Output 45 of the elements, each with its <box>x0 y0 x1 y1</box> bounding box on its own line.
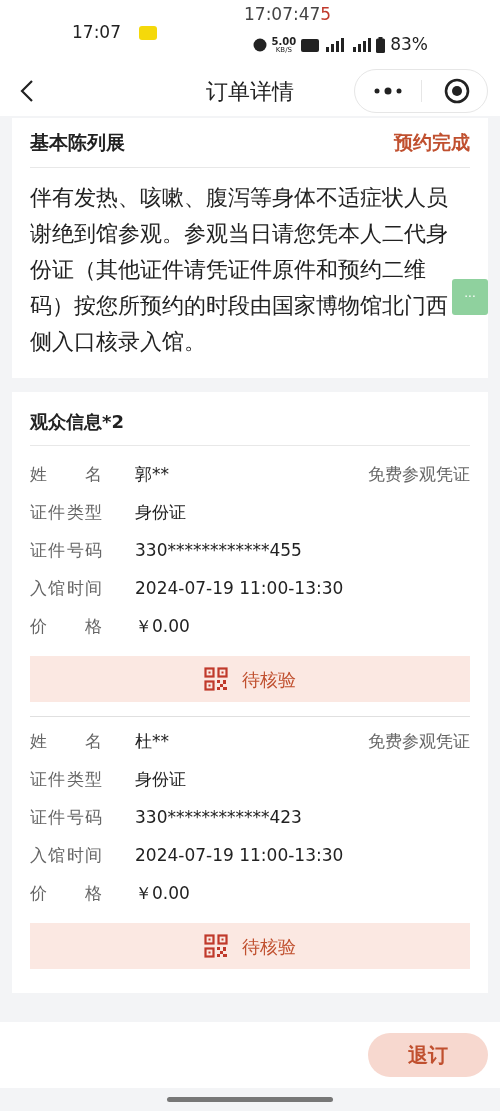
field-value: 杜** <box>135 730 169 754</box>
booking-status: 预约完成 <box>394 130 470 156</box>
more-icon[interactable] <box>373 86 403 96</box>
field-label: 入馆时间 <box>30 577 102 601</box>
network-speed: 5.00 <box>271 36 297 47</box>
field-value: 身份证 <box>135 768 186 792</box>
back-icon[interactable] <box>20 79 34 103</box>
app-notification-icon <box>139 26 157 40</box>
field-value: 330************455 <box>135 539 302 563</box>
battery-level: 83% <box>390 33 428 57</box>
cancel-booking-button[interactable]: 退订 <box>368 1033 488 1077</box>
field-label: 入馆时间 <box>30 844 102 868</box>
verification-status: 待核验 <box>242 934 296 959</box>
field-value: ￥0.00 <box>135 882 190 906</box>
verification-button[interactable]: 待核验 <box>30 923 470 969</box>
exhibition-title: 基本陈列展 <box>30 130 125 156</box>
qr-code-icon <box>204 667 228 691</box>
status-time: 17:07 <box>72 21 121 45</box>
visitor-section-title: 观众信息*2 <box>30 410 124 434</box>
visit-notice: 伴有发热、咳嗽、腹泻等身体不适症状人员谢绝到馆参观。参观当日请您凭本人二代身份证（其他证件请凭证件原件和预约二维码）按您所预约的时段由国家博物馆北门西侧入口核录入馆。 <box>30 184 448 356</box>
field-label: 价格 <box>30 615 102 639</box>
recorder-timestamp: 17:07:47 <box>244 4 321 24</box>
close-icon[interactable] <box>444 78 470 104</box>
recorder-timestamp-digit: 5 <box>320 4 332 24</box>
battery-icon <box>376 37 386 53</box>
signal-icon <box>324 38 345 52</box>
field-label: 证件号码 <box>30 539 102 563</box>
ticket-type: 免费参观凭证 <box>368 730 470 754</box>
field-value: 身份证 <box>135 501 186 525</box>
field-label: 证件类型 <box>30 501 102 525</box>
field-value: 2024-07-19 11:00-13:30 <box>135 844 344 868</box>
verification-status: 待核验 <box>242 667 296 692</box>
page-title: 订单详情 <box>206 77 294 106</box>
field-label: 价格 <box>30 882 102 906</box>
ticket-type: 免费参观凭证 <box>368 463 470 487</box>
field-label: 姓名 <box>30 463 102 487</box>
verification-button[interactable]: 待核验 <box>30 656 470 702</box>
field-label: 姓名 <box>30 730 102 754</box>
field-label: 证件号码 <box>30 806 102 830</box>
field-label: 证件类型 <box>30 768 102 792</box>
qr-code-icon <box>204 934 228 958</box>
field-value: ￥0.00 <box>135 615 190 639</box>
field-value: 330************423 <box>135 806 302 830</box>
field-value: 2024-07-19 11:00-13:30 <box>135 577 344 601</box>
field-value: 郭** <box>135 463 169 487</box>
